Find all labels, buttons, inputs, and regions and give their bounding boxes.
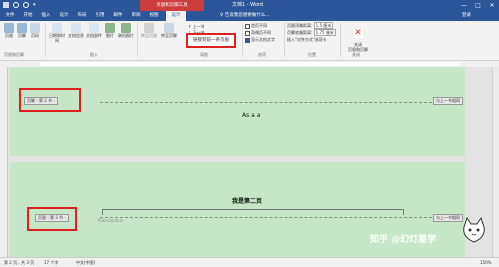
quick-parts-icon (89, 23, 99, 33)
separator (45, 23, 46, 57)
close-window-button[interactable]: ✕ (485, 0, 499, 11)
vertical-scrollbar[interactable] (492, 67, 499, 257)
separator (137, 23, 138, 57)
login-link[interactable]: 登录 (462, 11, 471, 21)
date-time-button[interactable]: 日期和时间 (48, 23, 66, 43)
tab-layout[interactable]: 布局 (74, 11, 90, 21)
page-number-button[interactable]: 页码 (29, 23, 41, 39)
group-label-navigation: 导航 (200, 52, 208, 57)
cat-mascot-icon (463, 216, 485, 243)
tab-insert[interactable]: 插入 (38, 11, 54, 21)
previous-section-button[interactable]: ↑ 上一节 (188, 24, 205, 29)
separator (242, 23, 243, 57)
quick-parts-button[interactable]: 文档部件 (86, 23, 102, 39)
picture-button[interactable]: 图片 (104, 23, 116, 39)
separator (284, 23, 285, 57)
watermark-text: Kasopipo (98, 218, 123, 224)
quick-access-toolbar: ▾ (3, 2, 39, 8)
footer-boundary-line (100, 102, 442, 103)
ruler-text-area (40, 62, 459, 66)
header-button[interactable]: 页眉 (3, 23, 15, 39)
highlight-box-header-tag (27, 207, 77, 231)
close-header-footer-button[interactable]: ✕ 关闭 页眉和页脚 (345, 23, 371, 52)
tab-references[interactable]: 引用 (92, 11, 108, 21)
redo-icon[interactable] (23, 2, 29, 8)
highlight-box-footer-tag (19, 88, 81, 112)
tab-view[interactable]: 视图 (146, 11, 162, 21)
go-to-footer-icon (164, 23, 174, 33)
header-boundary-line (100, 217, 442, 218)
different-odd-even-option[interactable]: 奇偶页不同 (245, 30, 271, 36)
checkbox-icon (245, 23, 250, 29)
context-tab-group: 页眉和页脚工具 (140, 0, 204, 11)
header-top-distance[interactable]: 页眉顶端距离: 1.5 厘米 (287, 22, 334, 29)
customize-icon[interactable]: ▾ (33, 2, 39, 8)
minimize-button[interactable]: — (457, 0, 471, 11)
header-border-line (102, 209, 404, 215)
checkbox-icon (245, 37, 250, 43)
checkbox-icon (245, 30, 250, 36)
insert-alignment-tab-button[interactable]: 插入"对齐方式"选项卡 (287, 37, 327, 42)
picture-icon (105, 23, 115, 33)
page-2-body-text[interactable]: 我是第二页 (232, 196, 262, 205)
link-to-previous-button[interactable]: 链接到前一条页眉 (186, 33, 236, 48)
save-icon[interactable] (3, 2, 9, 8)
go-to-header-icon (144, 23, 154, 33)
maximize-button[interactable]: □ (471, 0, 485, 11)
online-picture-icon (121, 23, 131, 33)
online-picture-button[interactable]: 联机图片 (118, 23, 134, 39)
tab-file[interactable]: 文件 (2, 11, 18, 21)
tab-home[interactable]: 开始 (20, 11, 36, 21)
footer-bottom-distance[interactable]: 页脚底端距离: 1.75 厘米 (287, 29, 336, 36)
different-first-page-option[interactable]: 首页不同 (245, 23, 267, 29)
tab-design[interactable]: 设计 (56, 11, 72, 21)
same-as-previous-tag-2: 与上一节相同 (433, 214, 463, 222)
undo-icon[interactable] (13, 2, 19, 8)
ribbon-tabs: 文件 开始 插入 设计 布局 引用 邮件 审阅 视图 设计 ♀ 告诉我您想要做什… (0, 11, 499, 21)
tell-me-search[interactable]: ♀ 告诉我您想要做什么... (220, 11, 270, 21)
calendar-icon (52, 23, 62, 33)
separator (340, 23, 341, 57)
page-number-icon (30, 23, 40, 33)
ribbon: 页眉 页脚 页码 日期和时间 文档信息 文档部件 图片 联机图片 转至页眉 转至… (0, 21, 499, 61)
close-red-x-icon: ✕ (353, 27, 363, 38)
window-title: 文档1 - Word (232, 2, 264, 8)
window-controls: — □ ✕ (457, 0, 499, 11)
document-info-button[interactable]: 文档信息 (68, 23, 84, 39)
show-document-text-option[interactable]: 显示文档文字 (245, 37, 275, 43)
group-label-insert: 插入 (90, 52, 98, 57)
footer-button[interactable]: 页脚 (16, 23, 28, 39)
page-1-body-text[interactable]: As a a (242, 112, 260, 119)
tab-mailings[interactable]: 邮件 (110, 11, 126, 21)
group-label-options: 选项 (258, 52, 266, 57)
group-label-close: 关闭 (352, 52, 360, 57)
same-as-previous-tag: 与上一节相同 (433, 97, 463, 105)
tab-review[interactable]: 审阅 (128, 11, 144, 21)
header-icon (4, 23, 14, 33)
zhihu-watermark: 知乎 @幻灯星学 (370, 235, 437, 245)
document-info-icon (71, 23, 81, 33)
title-bar: ▾ 页眉和页脚工具 文档1 - Word — □ ✕ (0, 0, 499, 11)
go-to-header-button[interactable]: 转至页眉 (140, 23, 158, 39)
group-label-position: 位置 (308, 52, 316, 57)
footer-icon (17, 23, 27, 33)
tab-header-footer-design[interactable]: 设计 (166, 11, 186, 21)
group-label-header-footer: 页眉和页脚 (4, 52, 24, 57)
go-to-footer-button[interactable]: 转至页脚 (160, 23, 178, 39)
vertical-ruler (0, 67, 8, 257)
